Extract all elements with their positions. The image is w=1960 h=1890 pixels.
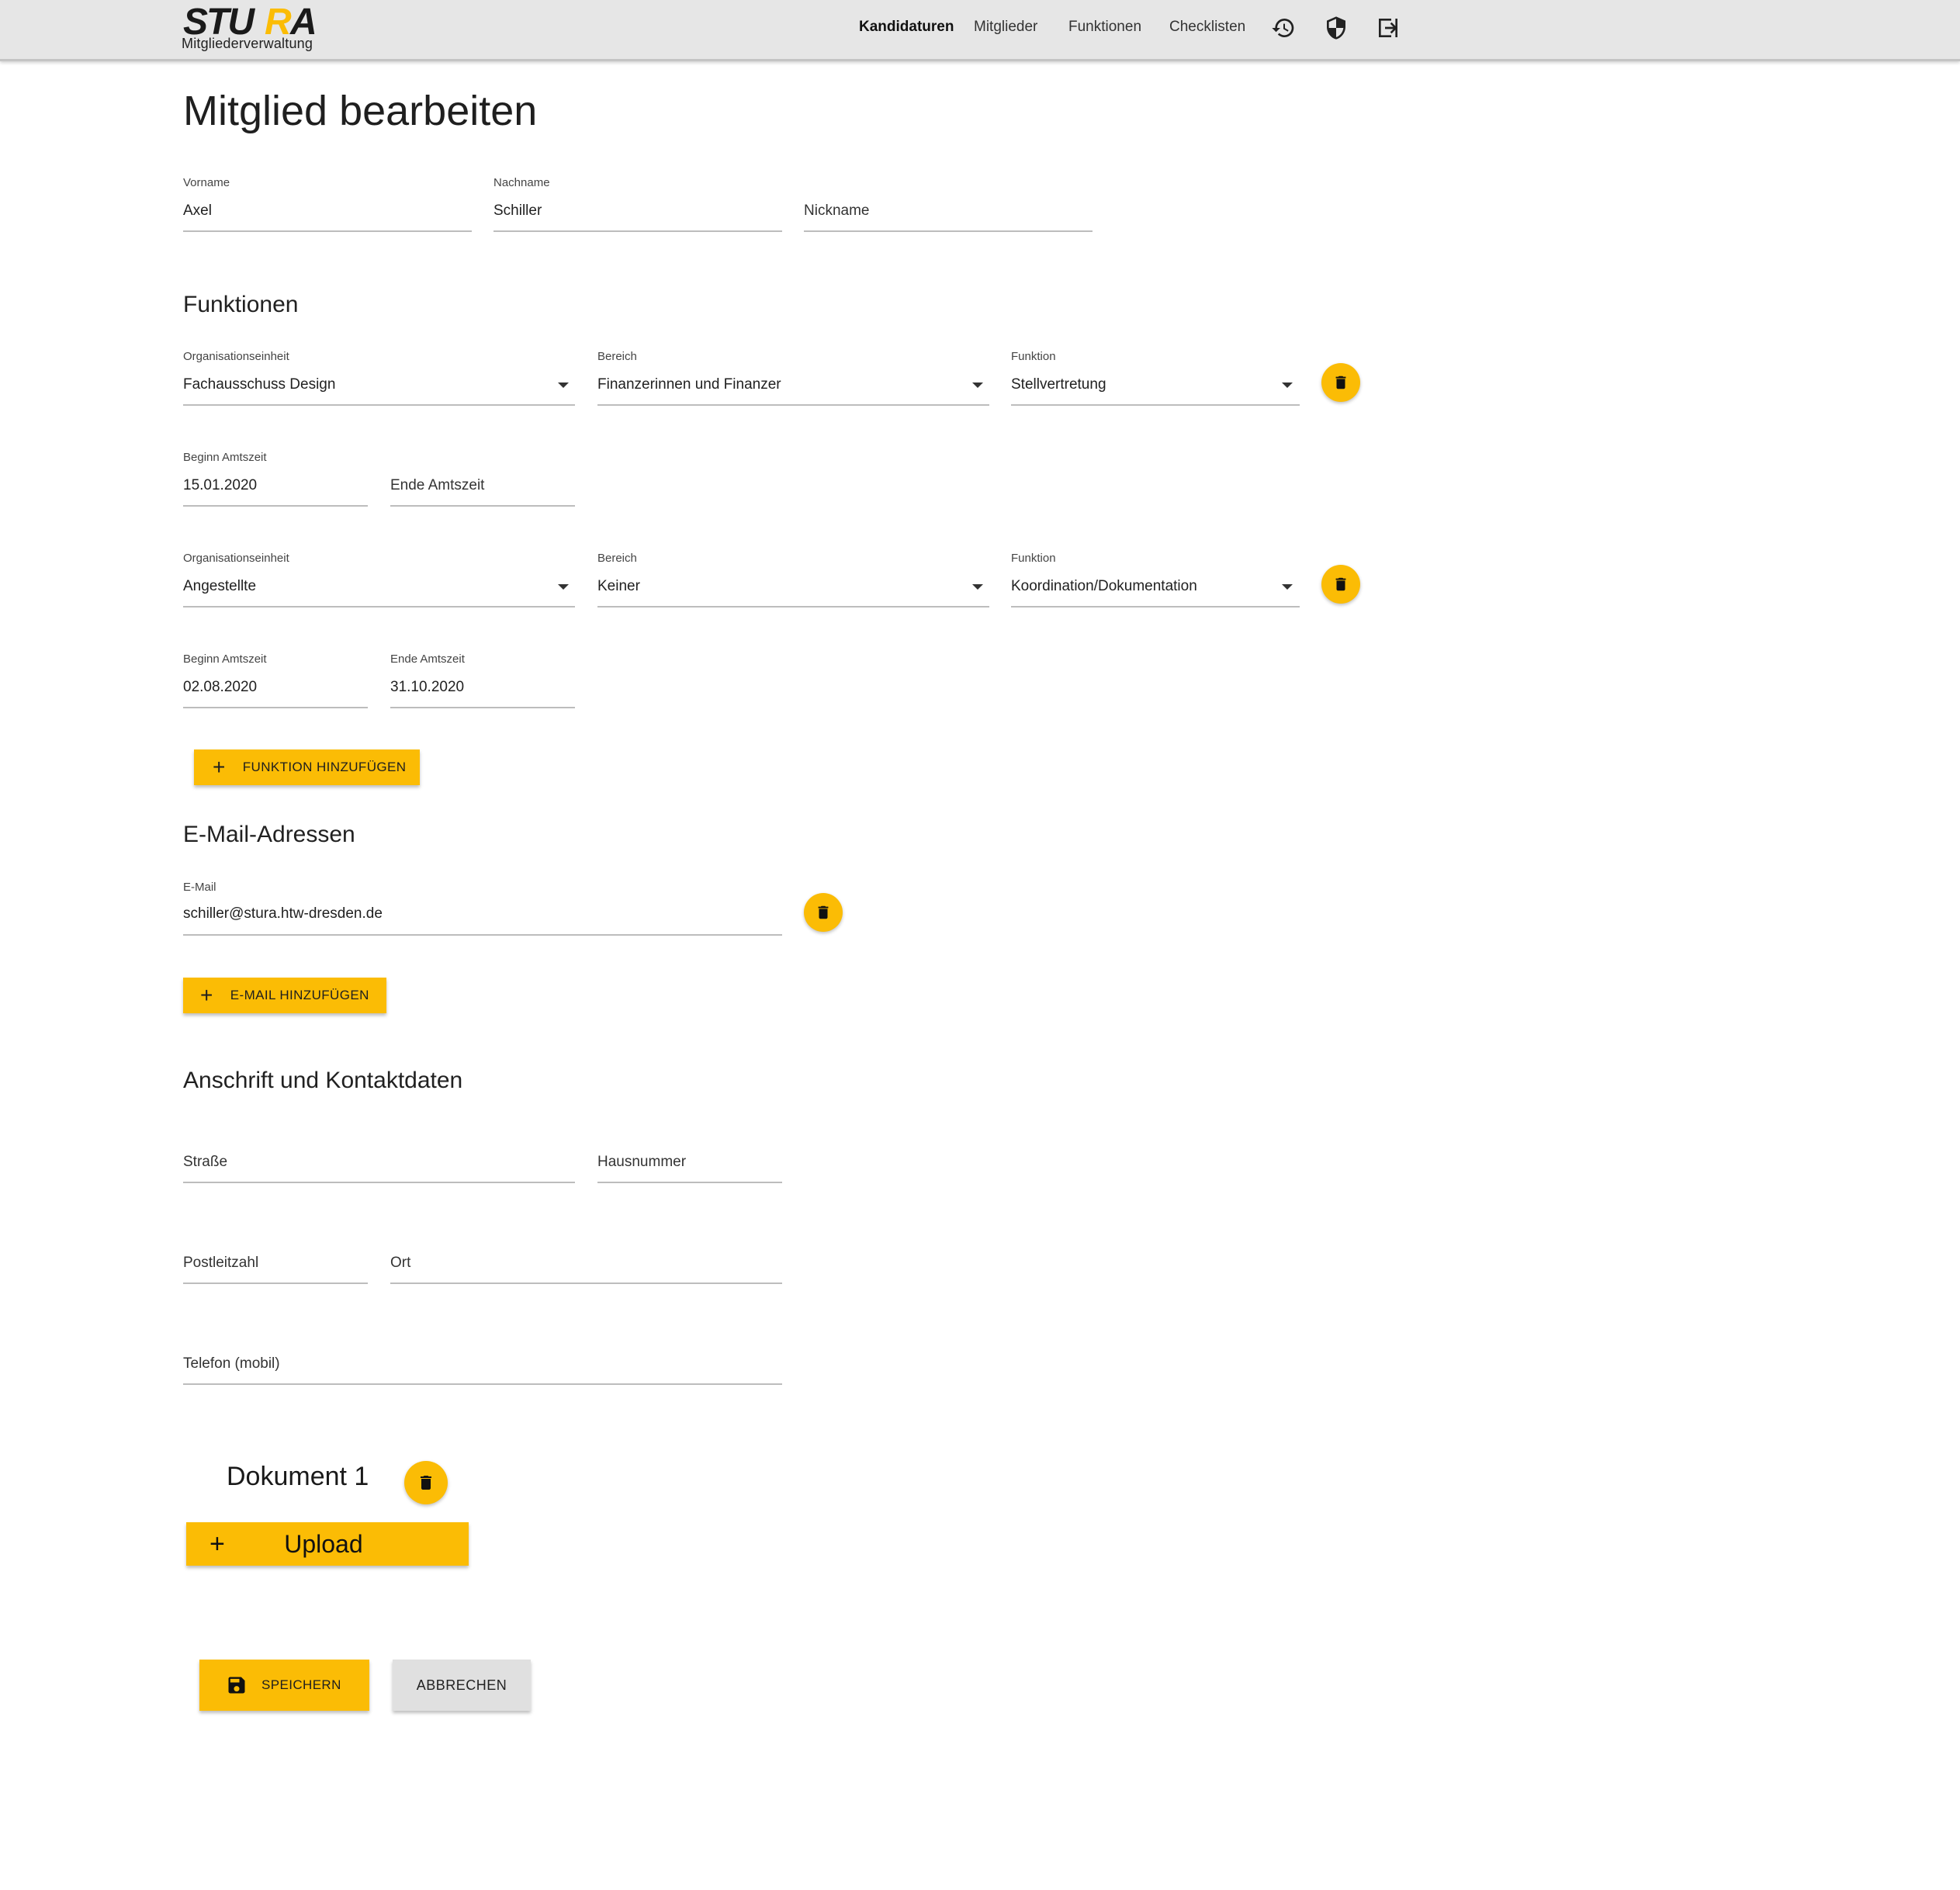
shield-icon[interactable] — [1324, 16, 1349, 40]
beginn-field[interactable]: 15.01.2020 — [183, 477, 257, 494]
nickname-field[interactable]: Nickname — [804, 202, 869, 220]
nachname-underline — [493, 230, 782, 232]
ende-label: Ende Amtszeit — [390, 652, 465, 666]
upload-button[interactable]: + Upload — [186, 1522, 469, 1566]
org-underline — [183, 404, 575, 406]
beginn-underline — [183, 707, 368, 708]
org-underline — [183, 606, 575, 608]
chevron-down-icon[interactable] — [972, 382, 983, 388]
ende-underline — [390, 707, 575, 708]
beginn-label: Beginn Amtszeit — [183, 652, 267, 666]
trash-icon — [1335, 376, 1346, 389]
ende-underline — [390, 505, 575, 507]
history-icon[interactable] — [1271, 16, 1296, 40]
org-label: Organisationseinheit — [183, 552, 289, 565]
nachname-field[interactable]: Schiller — [493, 202, 542, 220]
trash-icon — [421, 1476, 431, 1490]
bereich-label: Bereich — [597, 350, 637, 363]
kontakt-heading: Anschrift und Kontaktdaten — [183, 1068, 463, 1093]
logout-icon[interactable] — [1376, 16, 1401, 40]
plz-underline — [183, 1282, 368, 1284]
app-subtitle: Mitgliederverwaltung — [182, 36, 313, 51]
nickname-underline — [804, 230, 1093, 232]
bereich-select[interactable]: Finanzerinnen und Finanzer — [597, 376, 781, 393]
bereich-underline — [597, 404, 989, 406]
beginn-field[interactable]: 02.08.2020 — [183, 679, 257, 696]
delete-funktion-button[interactable] — [1321, 363, 1360, 402]
funktionen-heading: Funktionen — [183, 292, 299, 317]
top-app-bar: STU R A Mitgliederverwaltung Kandidature… — [0, 0, 1960, 61]
ende-field[interactable]: 31.10.2020 — [390, 679, 464, 696]
document-title: Dokument 1 — [227, 1462, 369, 1491]
email-underline — [183, 934, 782, 936]
funktion-label: Funktion — [1011, 552, 1056, 565]
trash-icon — [818, 905, 829, 919]
nav-kandidaturen[interactable]: Kandidaturen — [859, 19, 954, 36]
plus-icon: + — [213, 755, 226, 779]
ort-field[interactable]: Ort — [390, 1255, 410, 1272]
beginn-label: Beginn Amtszeit — [183, 451, 267, 464]
add-funktion-label: FUNKTION HINZUFÜGEN — [242, 760, 407, 774]
ort-underline — [390, 1282, 782, 1284]
chevron-down-icon[interactable] — [1282, 584, 1293, 590]
plus-icon: + — [200, 983, 213, 1007]
add-funktion-button[interactable]: + FUNKTION HINZUFÜGEN — [194, 749, 420, 785]
telefon-underline — [183, 1383, 782, 1385]
vorname-label: Vorname — [183, 176, 230, 189]
plus-icon: + — [210, 1529, 225, 1559]
page-title: Mitglied bearbeiten — [183, 88, 538, 134]
ende-field[interactable]: Ende Amtszeit — [390, 477, 484, 494]
funktion-label: Funktion — [1011, 350, 1056, 363]
funktion-underline — [1011, 606, 1300, 608]
vorname-field[interactable]: Axel — [183, 202, 212, 220]
email-field[interactable]: schiller@stura.htw-dresden.de — [183, 905, 383, 922]
chevron-down-icon[interactable] — [972, 584, 983, 590]
add-email-label: E-MAIL HINZUFÜGEN — [230, 988, 369, 1002]
vorname-underline — [183, 230, 472, 232]
delete-funktion-button[interactable] — [1321, 565, 1360, 604]
funktion-underline — [1011, 404, 1300, 406]
add-email-button[interactable]: + E-MAIL HINZUFÜGEN — [183, 978, 386, 1013]
trash-icon — [1335, 577, 1346, 591]
org-label: Organisationseinheit — [183, 350, 289, 363]
delete-email-button[interactable] — [804, 893, 843, 932]
strasse-field[interactable]: Straße — [183, 1154, 227, 1171]
save-icon — [228, 1677, 245, 1694]
cancel-button[interactable]: ABBRECHEN — [393, 1660, 531, 1711]
chevron-down-icon[interactable] — [558, 584, 569, 590]
strasse-underline — [183, 1182, 575, 1183]
upload-label: Upload — [284, 1529, 363, 1558]
nav-checklisten[interactable]: Checklisten — [1169, 19, 1245, 36]
chevron-down-icon[interactable] — [1282, 382, 1293, 388]
plz-field[interactable]: Postleitzahl — [183, 1255, 258, 1272]
save-button[interactable]: SPEICHERN — [199, 1660, 369, 1711]
email-label: E-Mail — [183, 881, 216, 894]
bereich-select[interactable]: Keiner — [597, 578, 640, 595]
telefon-field[interactable]: Telefon (mobil) — [183, 1355, 280, 1372]
org-select[interactable]: Angestellte — [183, 578, 256, 595]
save-label: SPEICHERN — [261, 1677, 341, 1692]
hausnummer-underline — [597, 1182, 782, 1183]
nachname-label: Nachname — [493, 176, 550, 189]
hausnummer-field[interactable]: Hausnummer — [597, 1154, 686, 1171]
funktion-select[interactable]: Stellvertretung — [1011, 376, 1106, 393]
nav-funktionen[interactable]: Funktionen — [1068, 19, 1141, 36]
org-select[interactable]: Fachausschuss Design — [183, 376, 335, 393]
bereich-underline — [597, 606, 989, 608]
beginn-underline — [183, 505, 368, 507]
nav-mitglieder[interactable]: Mitglieder — [974, 19, 1037, 36]
delete-document-button[interactable] — [404, 1461, 448, 1504]
bereich-label: Bereich — [597, 552, 637, 565]
chevron-down-icon[interactable] — [558, 382, 569, 388]
funktion-select[interactable]: Koordination/Dokumentation — [1011, 578, 1197, 595]
email-heading: E-Mail-Adressen — [183, 822, 355, 847]
